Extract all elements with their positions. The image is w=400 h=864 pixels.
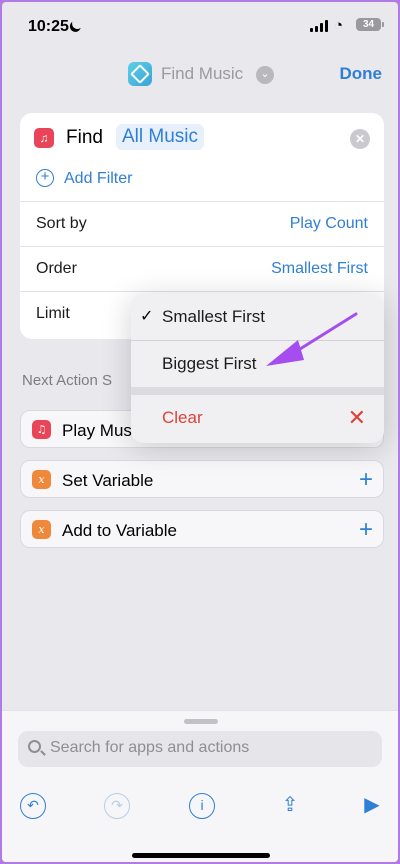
share-icon[interactable]: ⇪ [277,793,303,819]
undo-icon[interactable]: ↶ [20,793,46,819]
info-icon[interactable]: i [189,793,215,819]
home-indicator [132,853,270,858]
phone-screen: 10:25 ◔ 34 Find Music ⌄ Done ♫ Find All … [2,2,398,862]
search-icon [28,740,41,753]
panel-grabber[interactable] [184,719,218,724]
editor-toolbar: ↶ ↷ i ⇪ ▶ [2,793,398,823]
play-run-icon[interactable]: ▶ [359,793,385,819]
search-bar[interactable] [18,731,382,767]
redo-icon[interactable]: ↷ [104,793,130,819]
action-search-panel: ↶ ↷ i ⇪ ▶ [2,710,398,862]
search-input[interactable] [50,739,370,757]
